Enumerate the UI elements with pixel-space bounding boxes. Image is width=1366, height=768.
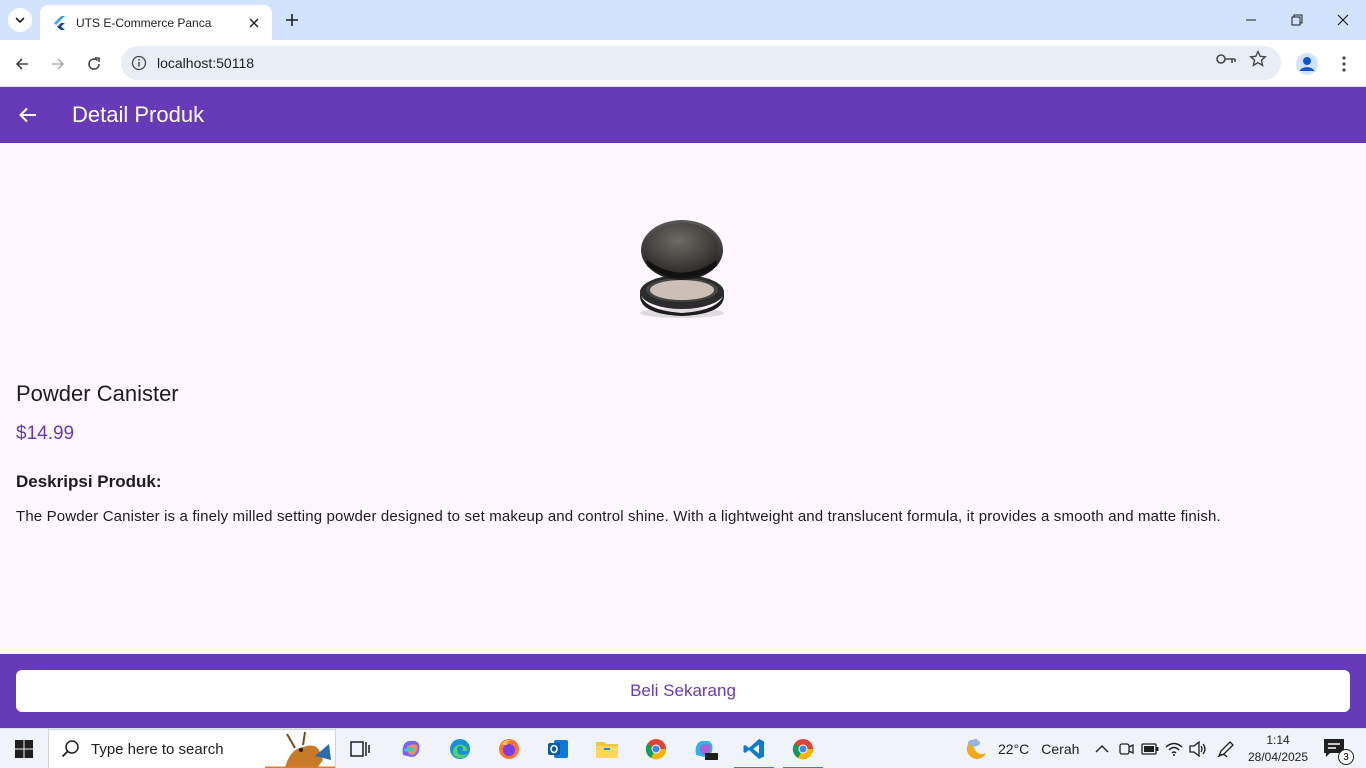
outlook-icon [548, 740, 568, 758]
product-image [620, 210, 744, 322]
tab-close-icon[interactable] [246, 15, 262, 31]
password-key-icon[interactable] [1215, 48, 1237, 70]
clock-time: 1:14 [1266, 733, 1290, 747]
weather-temperature: 22°C [998, 741, 1030, 757]
taskbar-chrome-1[interactable] [632, 729, 680, 768]
chevron-up-icon [1095, 745, 1109, 753]
close-icon [1337, 14, 1349, 26]
more-vertical-icon [1342, 56, 1346, 72]
browser-menu-button[interactable] [1330, 50, 1358, 78]
chrome-icon [645, 739, 667, 760]
back-button[interactable] [8, 50, 36, 78]
avatar-icon [1296, 53, 1318, 75]
battery-icon[interactable] [1140, 739, 1160, 759]
wifi-icon[interactable] [1164, 739, 1184, 759]
product-price: $14.99 [16, 423, 75, 444]
minimize-button[interactable] [1228, 0, 1274, 40]
bottom-action-bar: Beli Sekarang [0, 654, 1366, 728]
taskbar-edge[interactable] [436, 729, 484, 768]
buy-now-button[interactable]: Beli Sekarang [16, 670, 1350, 712]
product-description: The Powder Canister is a finely milled s… [16, 508, 1221, 525]
flutter-icon [54, 15, 65, 30]
minimize-icon [1246, 19, 1256, 21]
weather-condition: Cerah [1041, 741, 1080, 757]
reload-button[interactable] [80, 50, 108, 78]
firefox-icon [499, 739, 519, 759]
new-tab-button[interactable] [280, 8, 304, 32]
search-placeholder: Type here to search [91, 740, 224, 758]
notification-center-button[interactable]: 3 [1322, 737, 1354, 765]
taskbar: Type here to search 22°C Cerah 1:14 28/0… [0, 728, 1366, 768]
taskbar-copilot-365[interactable] [681, 729, 729, 768]
notification-badge: 3 [1338, 749, 1354, 765]
volume-icon[interactable] [1188, 739, 1208, 759]
forward-button[interactable] [44, 50, 72, 78]
page-title: Detail Produk [72, 102, 205, 127]
taskbar-search-box[interactable]: Type here to search [48, 729, 336, 768]
system-clock[interactable]: 1:14 28/04/2025 [1246, 732, 1310, 766]
arrow-left-icon [15, 58, 28, 70]
weather-moon-cloud-icon [966, 738, 986, 759]
chrome-icon [792, 739, 814, 760]
address-bar[interactable]: localhost:50118 [121, 46, 1281, 80]
browser-tab[interactable]: UTS E-Commerce Panca [40, 5, 272, 40]
tab-title: UTS E-Commerce Panca [76, 15, 212, 30]
search-icon [61, 740, 79, 758]
profile-button[interactable] [1293, 50, 1321, 78]
copilot-365-icon [695, 741, 718, 760]
weather-widget[interactable]: 22°C Cerah [962, 729, 1079, 768]
browser-toolbar: localhost:50118 [0, 40, 1366, 87]
restore-button[interactable] [1274, 0, 1320, 40]
tab-search-button[interactable] [8, 8, 32, 32]
folder-icon [596, 742, 618, 758]
meet-now-icon[interactable] [1116, 739, 1136, 759]
reload-icon [88, 57, 100, 70]
start-button[interactable] [0, 729, 48, 768]
task-view-button[interactable] [336, 729, 384, 768]
browser-tabstrip: UTS E-Commerce Panca [0, 0, 1366, 40]
bookmark-star-icon[interactable] [1247, 48, 1269, 70]
back-arrow-button[interactable] [16, 103, 40, 127]
taskbar-chrome-2[interactable] [779, 729, 827, 768]
powder-compact-image [640, 220, 724, 318]
site-info-icon[interactable] [131, 55, 147, 71]
plus-icon [286, 14, 298, 26]
taskbar-outlook[interactable] [534, 729, 582, 768]
taskbar-firefox[interactable] [485, 729, 533, 768]
arrow-back-icon [19, 107, 36, 123]
clock-date: 28/04/2025 [1247, 750, 1309, 764]
search-highlight-illustration-icon [265, 731, 335, 768]
taskbar-file-explorer[interactable] [583, 729, 631, 768]
app-bar: Detail Produk [0, 87, 1366, 143]
vscode-icon [743, 739, 764, 759]
taskbar-vscode[interactable] [730, 729, 778, 768]
copilot-icon [402, 741, 420, 757]
edge-icon [450, 739, 470, 759]
task-view-icon [350, 741, 370, 757]
arrow-right-icon [52, 58, 65, 70]
windows-logo-icon [15, 740, 33, 758]
close-window-button[interactable] [1320, 0, 1366, 40]
url-text[interactable]: localhost:50118 [157, 55, 254, 71]
pen-workspace-icon[interactable] [1216, 739, 1236, 759]
show-hidden-icons-button[interactable] [1092, 739, 1112, 759]
chevron-down-icon [15, 17, 25, 24]
taskbar-copilot[interactable] [387, 729, 435, 768]
description-heading: Deskripsi Produk: [16, 472, 162, 491]
restore-icon [1291, 14, 1303, 26]
product-name: Powder Canister [16, 381, 179, 406]
